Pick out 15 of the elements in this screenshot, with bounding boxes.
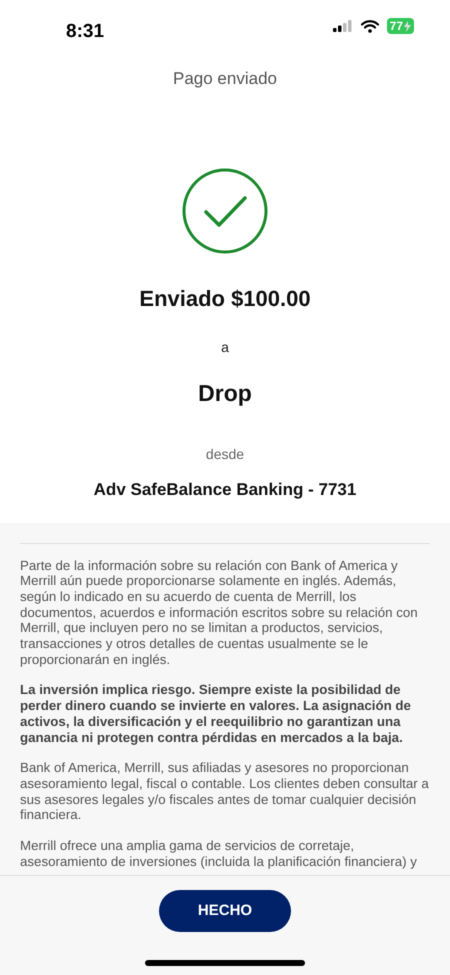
amount-text: Enviado $100.00 — [139, 284, 311, 312]
account-name: Adv SafeBalance Banking - 7731 — [94, 479, 356, 501]
wifi-icon — [360, 20, 379, 32]
done-button[interactable]: HECHO — [159, 890, 291, 932]
recipient-name: Drop — [198, 378, 252, 408]
connector-text: a — [221, 338, 229, 356]
disclosure-paragraph: Merrill ofrece una amplia gama de servicios de corretaje, asesoramiento de inversiones (incluida la planificación financiera) y — [20, 838, 418, 870]
status-time: 8:31 — [66, 20, 104, 44]
page-title: Pago enviado — [173, 68, 277, 90]
from-label: desde — [206, 445, 244, 464]
disclosure-paragraph: Bank of America, Merrill, sus afiliadas y asesores no proporcionan asesoramiento legal, fiscal o contable. Los clientes deben consultar a sus asesores legales y/o fiscales antes de tomar cualquier decisión financiera. — [20, 760, 430, 824]
signal-icon — [332, 20, 353, 32]
disclosure-paragraph: Parte de la información sobre su relación con Bank of America y Merrill aún puede proporcionarse solamente en inglés. Además, según lo indicado en su acuerdo de cuenta de Merrill, los documentos, acuerdos e información escritos sobre su relación con Merrill, que incluyen pero no se limitan a productos, servicios, transacciones y otros detalles de cuentas usualmente se le proporcionarán en inglés. — [20, 558, 419, 668]
disclosure-paragraph: La inversión implica riesgo. Siempre existe la posibilidad de perder dinero cuando se invierte en valores. La asignación de activos, la diversificación y el reequilibrio no garantizan una ganancia ni protegen contra pérdidas en mercados a la baja. — [20, 682, 412, 746]
battery-indicator: 77 — [386, 18, 414, 34]
